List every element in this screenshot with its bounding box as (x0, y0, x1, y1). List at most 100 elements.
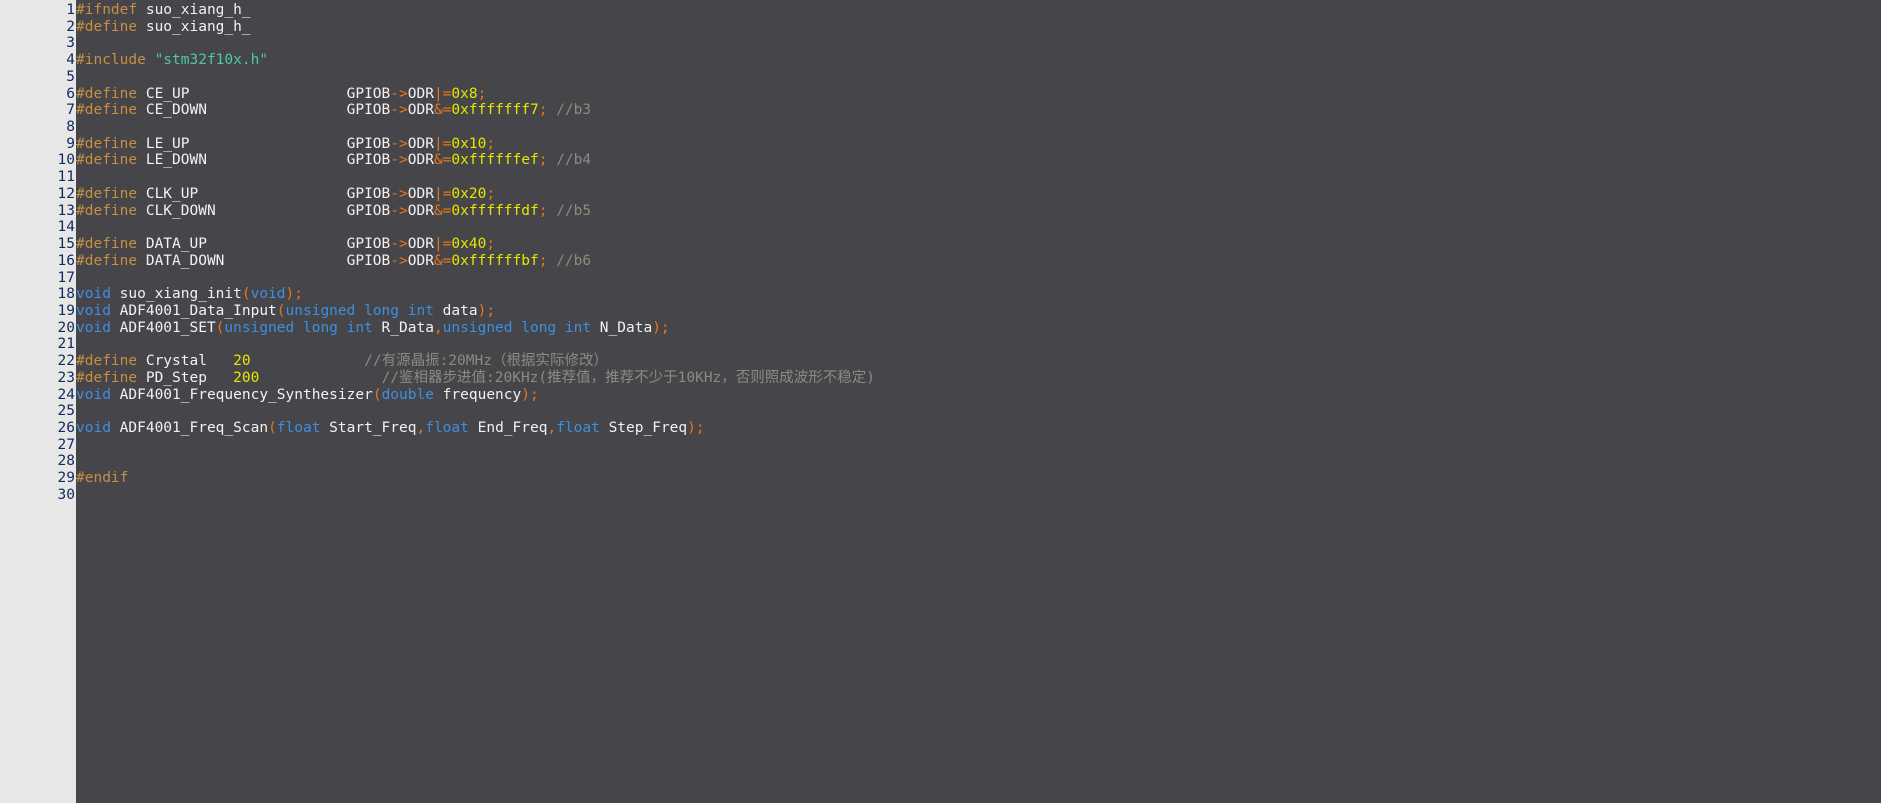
code-token: ); (285, 286, 303, 303)
code-token: 0xfffffff7 (451, 102, 539, 119)
code-token: Crystal (137, 353, 234, 370)
code-token: LE_DOWN GPIOB (137, 152, 391, 169)
code-token: #endif (76, 470, 129, 487)
line-number: 15 (57, 236, 75, 253)
code-token: ; (486, 135, 496, 152)
code-line[interactable]: #define CLK_UP GPIOB->ODR|=0x20; (76, 186, 1881, 203)
code-content-area[interactable]: #ifndef suo_xiang_h_ #define suo_xiang_h_… (76, 0, 1881, 803)
code-line[interactable]: #define CE_UP GPIOB->ODR|=0x8; (76, 86, 1881, 103)
code-token: #define (76, 252, 138, 269)
code-token: suo_xiang_h_ (137, 2, 251, 18)
code-line[interactable]: #define PD_Step 200 //鉴相器步进值:20KHz(推荐值，推… (76, 370, 1881, 387)
code-token: 200 (233, 369, 260, 386)
code-line[interactable]: #define suo_xiang_h_ (76, 19, 1881, 36)
code-line[interactable]: void ADF4001_SET(unsigned long int R_Dat… (76, 320, 1881, 337)
code-line[interactable] (76, 437, 1881, 454)
code-line[interactable] (76, 69, 1881, 86)
code-token: ODR (407, 102, 434, 119)
code-token: #define (76, 353, 138, 370)
code-token: #define (76, 18, 138, 35)
code-line[interactable]: #define LE_DOWN GPIOB->ODR&=0xffffffef; … (76, 152, 1881, 169)
code-token: DATA_UP GPIOB (137, 236, 391, 253)
code-token: ; (486, 185, 496, 202)
code-line[interactable] (76, 219, 1881, 236)
line-number: 24 (57, 386, 75, 403)
code-token: suo_xiang_h_ (137, 18, 251, 35)
code-line[interactable] (76, 487, 1881, 504)
code-token: float (276, 419, 321, 436)
line-number: 22 (57, 353, 75, 370)
code-token: 0x8 (451, 85, 478, 102)
code-token: ); (477, 302, 496, 319)
code-line[interactable] (76, 336, 1881, 353)
code-token: -> (390, 252, 408, 269)
line-number: 8 (66, 119, 75, 136)
code-token: ADF4001_Frequency_Synthesizer (110, 386, 373, 403)
code-token: ODR (407, 85, 434, 102)
code-line[interactable]: #ifndef suo_xiang_h_ (76, 2, 1881, 19)
code-token: float (425, 419, 469, 436)
code-line[interactable]: void suo_xiang_init(void); (76, 286, 1881, 303)
code-editor[interactable]: 1 2 3 4 5 6 7 8 9 10 11 12 13 14 15 16 17 18 19 20 21 22 23 24 2… (0, 0, 1881, 803)
code-token: |= (433, 236, 452, 253)
code-line[interactable] (76, 119, 1881, 136)
code-token: 0x10 (451, 135, 487, 152)
code-token: void (76, 319, 111, 336)
code-line[interactable] (76, 169, 1881, 186)
code-token: |= (433, 185, 452, 202)
code-line[interactable]: #define DATA_UP GPIOB->ODR|=0x40; (76, 236, 1881, 253)
code-token: void (76, 302, 111, 319)
code-line[interactable] (76, 270, 1881, 287)
code-token: &= (433, 252, 452, 269)
code-token: &= (433, 202, 452, 219)
line-number: 10 (57, 152, 75, 169)
code-line[interactable]: #define CE_DOWN GPIOB->ODR&=0xfffffff7; … (76, 102, 1881, 119)
line-number: 29 (57, 470, 75, 487)
line-number: 20 (57, 319, 75, 336)
code-token: -> (390, 102, 408, 119)
code-token: unsigned long int (285, 302, 434, 319)
code-token: #define (76, 102, 138, 119)
code-token: CE_DOWN GPIOB (137, 102, 391, 119)
line-number: 26 (57, 419, 75, 436)
code-line[interactable]: #include "stm32f10x.h" (76, 52, 1881, 69)
code-line[interactable]: void ADF4001_Freq_Scan(float Start_Freq,… (76, 420, 1881, 437)
code-line[interactable] (76, 453, 1881, 470)
code-token: ODR (407, 252, 434, 269)
code-token: ); (652, 319, 670, 336)
code-token: //鉴相器步进值:20KHz(推荐值，推荐不少于10KHz，否则照成波形不稳定) (381, 369, 876, 386)
code-token: unsigned long int (224, 319, 373, 336)
code-token: 0xffffffdf (451, 202, 539, 219)
code-token: #define (76, 152, 138, 169)
code-token: &= (433, 152, 452, 169)
line-number: 27 (57, 436, 75, 453)
line-number: 16 (57, 252, 75, 269)
code-token: ( (268, 419, 277, 436)
line-number-gutter: 1 2 3 4 5 6 7 8 9 10 11 12 13 14 15 16 17 18 19 20 21 22 23 24 2… (0, 0, 76, 803)
code-token: , (547, 419, 557, 436)
code-token: //b6 (547, 252, 592, 269)
code-line[interactable]: #define Crystal 20 //有源晶振:20MHz（根据实际修改） (76, 353, 1881, 370)
code-token: 0x40 (451, 236, 487, 253)
code-token: -> (390, 185, 408, 202)
code-token: ); (521, 386, 539, 403)
code-token: ); (687, 419, 705, 436)
code-line[interactable] (76, 35, 1881, 52)
code-line[interactable]: #endif (76, 470, 1881, 487)
code-token: unsigned long int (442, 319, 592, 336)
code-line[interactable]: void ADF4001_Data_Input(unsigned long in… (76, 303, 1881, 320)
code-line[interactable]: #define CLK_DOWN GPIOB->ODR&=0xffffffdf;… (76, 203, 1881, 220)
code-line[interactable]: #define LE_UP GPIOB->ODR|=0x10; (76, 136, 1881, 153)
code-line[interactable]: #define DATA_DOWN GPIOB->ODR&=0xffffffbf… (76, 253, 1881, 270)
code-token: void (76, 386, 111, 403)
line-number: 23 (57, 369, 75, 386)
code-token: End_Freq (468, 419, 548, 436)
code-token: &= (433, 102, 452, 119)
code-line[interactable]: void ADF4001_Frequency_Synthesizer(doubl… (76, 387, 1881, 404)
code-token: CLK_UP GPIOB (137, 185, 391, 202)
code-token: #define (76, 85, 138, 102)
code-line[interactable] (76, 403, 1881, 420)
code-token: |= (433, 135, 452, 152)
